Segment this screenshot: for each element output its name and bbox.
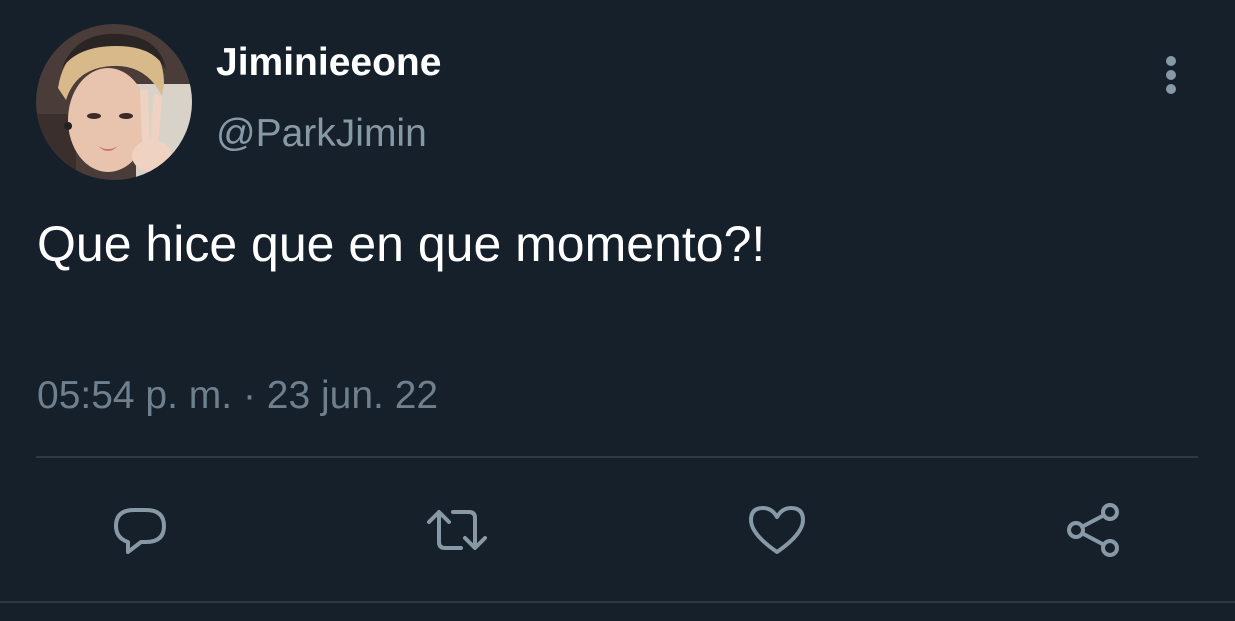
- tweet-text: Que hice que en que momento?!: [37, 216, 766, 272]
- share-button[interactable]: [1062, 498, 1126, 562]
- retweet-icon: [427, 510, 487, 550]
- more-options-button[interactable]: [1150, 52, 1192, 98]
- tweet-card: Jiminieeone @ParkJimin Que hice que en q…: [0, 0, 1235, 621]
- reply-icon: [114, 508, 166, 554]
- heart-icon: [749, 506, 805, 554]
- tweet-timestamp[interactable]: 05:54 p. m. · 23 jun. 22: [37, 373, 438, 419]
- user-handle[interactable]: @ParkJimin: [216, 112, 427, 156]
- avatar[interactable]: [36, 24, 192, 180]
- share-icon: [1067, 503, 1119, 557]
- bottom-divider: [0, 601, 1235, 603]
- divider: [36, 456, 1198, 458]
- retweet-button[interactable]: [425, 498, 489, 562]
- display-name[interactable]: Jiminieeone: [216, 41, 441, 85]
- avatar-image: [36, 24, 192, 180]
- like-button[interactable]: [745, 498, 809, 562]
- reply-button[interactable]: [108, 498, 172, 562]
